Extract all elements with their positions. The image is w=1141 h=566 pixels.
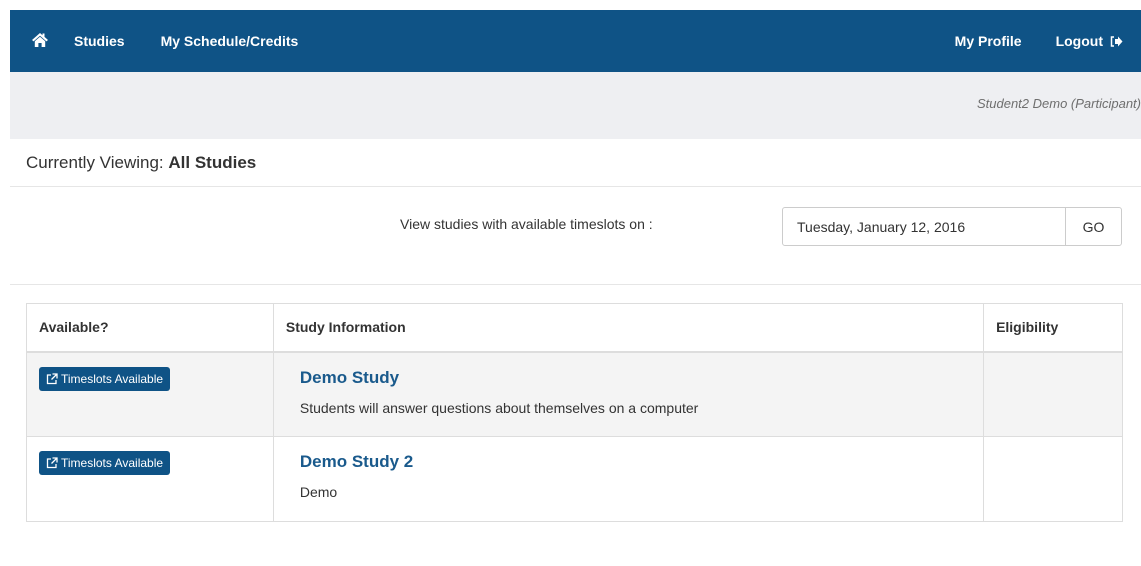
cell-eligibility <box>983 436 1123 522</box>
nav-logout-label: Logout <box>1055 33 1103 49</box>
viewing-label: Currently Viewing: <box>26 153 164 172</box>
timeslots-available-button[interactable]: Timeslots Available <box>39 451 171 475</box>
table-header-row: Available? Study Information Eligibility <box>26 303 1123 352</box>
cell-study-information: Demo Study 2 Demo <box>272 436 985 522</box>
timeslots-available-label: Timeslots Available <box>61 371 164 386</box>
table-row: Timeslots Available Demo Study 2 Demo <box>26 436 1123 522</box>
nav-my-profile[interactable]: My Profile <box>955 33 1022 49</box>
divider <box>10 186 1141 187</box>
studies-table: Available? Study Information Eligibility… <box>26 303 1123 522</box>
cell-available: Timeslots Available <box>26 436 274 522</box>
header-eligibility: Eligibility <box>983 303 1123 352</box>
home-link[interactable] <box>29 30 51 52</box>
nav-right: My Profile Logout <box>955 10 1141 72</box>
header-available: Available? <box>26 303 274 352</box>
cell-study-information: Demo Study Students will answer question… <box>272 351 985 437</box>
study-description: Students will answer questions about the… <box>299 399 699 416</box>
header-study-information: Study Information <box>272 303 985 352</box>
nav-schedule-credits[interactable]: My Schedule/Credits <box>161 33 299 49</box>
study-description: Demo <box>299 484 338 500</box>
go-button[interactable]: GO <box>1066 208 1121 245</box>
timeslots-available-button[interactable]: Timeslots Available <box>39 366 171 391</box>
nav-left: Studies My Schedule/Credits <box>10 10 334 72</box>
user-subheader: Student2 Demo (Participant) <box>10 72 1141 139</box>
nav-studies[interactable]: Studies <box>74 33 125 49</box>
date-input[interactable] <box>783 208 1066 245</box>
top-navbar: Studies My Schedule/Credits My Profile L… <box>10 10 1141 72</box>
date-filter-group: GO <box>782 207 1122 246</box>
divider <box>10 284 1141 285</box>
filter-label: View studies with available timeslots on… <box>400 216 653 232</box>
external-link-icon <box>46 372 58 385</box>
cell-eligibility <box>983 351 1123 437</box>
currently-viewing: Currently Viewing: All Studies <box>26 153 256 173</box>
logout-icon <box>1110 35 1123 47</box>
user-name: Student2 Demo (Participant) <box>976 96 1141 111</box>
timeslots-available-label: Timeslots Available <box>61 456 164 470</box>
study-title-link[interactable]: Demo Study 2 <box>300 452 971 472</box>
home-icon <box>31 32 49 51</box>
external-link-icon <box>46 457 58 469</box>
nav-logout[interactable]: Logout <box>1056 33 1123 49</box>
viewing-value: All Studies <box>168 153 257 172</box>
cell-available: Timeslots Available <box>26 351 274 437</box>
study-title-link[interactable]: Demo Study <box>300 368 971 388</box>
table-row: Timeslots Available Demo Study Students … <box>26 351 1123 437</box>
